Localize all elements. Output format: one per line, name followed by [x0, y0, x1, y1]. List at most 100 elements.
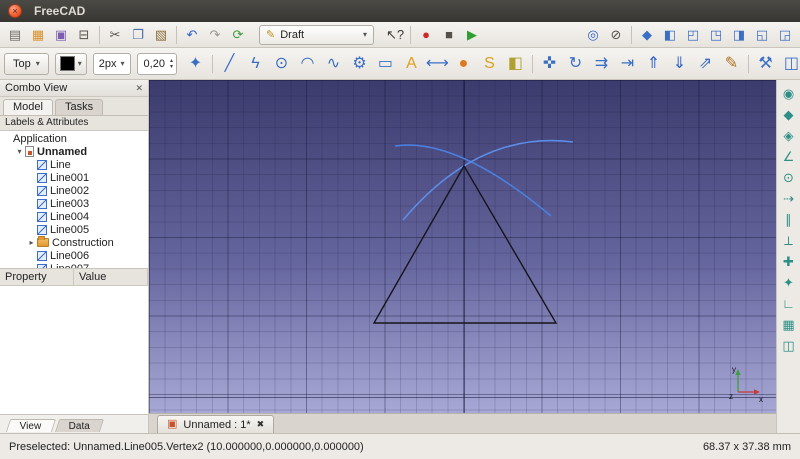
snap-grid-button[interactable]: ▦ [779, 314, 799, 334]
tab-model[interactable]: Model [3, 99, 53, 115]
draft-shapestring-button[interactable]: S [477, 51, 502, 77]
draft-edit-button[interactable]: ✎ [719, 51, 744, 77]
toolbar-separator [748, 55, 749, 73]
macro-stop-button[interactable]: ■ [438, 24, 460, 46]
tab-tasks[interactable]: Tasks [55, 99, 103, 115]
scale-spinbox[interactable]: 0,20 ▴ ▾ [137, 53, 177, 75]
draft-dimension-button[interactable]: ⟷ [425, 51, 450, 77]
draft-trimex-button[interactable]: ⇥ [615, 51, 640, 77]
tab-view[interactable]: View [6, 419, 56, 432]
tree-item-line003[interactable]: Line003 [0, 197, 148, 210]
cut-button[interactable]: ✂ [104, 24, 126, 46]
line-width-select[interactable]: 2px ▾ [93, 53, 131, 75]
workbench-selector[interactable]: ✎ Draft ▾ [259, 25, 374, 45]
tree-item-application[interactable]: Application [0, 132, 148, 145]
print-document-button[interactable]: ⊟ [73, 24, 95, 46]
window-close-button[interactable]: × [8, 4, 22, 18]
tree-item-line006[interactable]: Line006 [0, 249, 148, 262]
draft-select-plane-button[interactable]: ◫ [779, 51, 800, 77]
view-right-button[interactable]: ◳ [705, 24, 727, 46]
view-bottom-button[interactable]: ◱ [751, 24, 773, 46]
tree-item-line007[interactable]: Line007 [0, 262, 148, 269]
new-document-button[interactable]: ▤ [4, 24, 26, 46]
tree-item-line005[interactable]: Line005 [0, 223, 148, 236]
draft-facebinder-button[interactable]: ◧ [503, 51, 528, 77]
value-column-header[interactable]: Value [74, 269, 148, 285]
draft-rectangle-button[interactable]: ▭ [373, 51, 398, 77]
save-document-icon: ▣ [55, 28, 67, 41]
snap-ortho-button[interactable]: ∟ [779, 293, 799, 313]
snap-special-button[interactable]: ✦ [779, 272, 799, 292]
3d-viewport[interactable]: y x z [149, 80, 776, 413]
snap-intersection-button[interactable]: ✚ [779, 251, 799, 271]
document-tab[interactable]: ▣Unnamed : 1*✖ [157, 415, 274, 433]
save-document-button[interactable]: ▣ [50, 24, 72, 46]
panel-close-icon[interactable]: ✕ [135, 83, 143, 94]
snap-working-plane-button[interactable]: ◫ [779, 335, 799, 355]
snap-parallel-button[interactable]: ∥ [779, 209, 799, 229]
whats-this-button[interactable]: ↖? [384, 24, 406, 46]
snap-midpoint-button[interactable]: ◈ [779, 125, 799, 145]
view-left-button[interactable]: ◲ [774, 24, 796, 46]
draft-toggle-construction-button[interactable]: ⚒ [753, 51, 778, 77]
view-rear-icon: ◨ [733, 28, 745, 41]
draft-apply-style-button[interactable]: ✦ [183, 51, 208, 77]
draft-upgrade-button[interactable]: ⇑ [641, 51, 666, 77]
snap-endpoint-button[interactable]: ◆ [779, 104, 799, 124]
tree-item-line001[interactable]: Line001 [0, 171, 148, 184]
open-document-button[interactable]: ▦ [27, 24, 49, 46]
draft-line-button[interactable]: ╱ [217, 51, 242, 77]
macro-record-button[interactable]: ● [415, 24, 437, 46]
tree-item-construction[interactable]: ▸Construction [0, 236, 148, 249]
draft-scale-button[interactable]: ⇗ [693, 51, 718, 77]
snap-angle-button[interactable]: ∠ [779, 146, 799, 166]
undo-button[interactable]: ↶ [181, 24, 203, 46]
chevron-down-icon: ▾ [36, 59, 40, 68]
draw-style-button[interactable]: ⊘ [605, 24, 627, 46]
sketch-triangle[interactable] [374, 166, 556, 323]
collapse-arrow-icon[interactable]: ▾ [14, 147, 25, 156]
draft-text-button[interactable]: A [399, 51, 424, 77]
snap-perpendicular-button[interactable]: ⟂ [779, 230, 799, 250]
copy-button[interactable]: ❐ [127, 24, 149, 46]
draft-point-button[interactable]: ● [451, 51, 476, 77]
snap-center-button[interactable]: ⊙ [779, 167, 799, 187]
tree-item-label: Line006 [50, 250, 89, 262]
draft-offset-icon: ⇉ [595, 56, 608, 72]
expand-arrow-icon[interactable]: ▸ [26, 238, 37, 247]
draft-bspline-button[interactable]: ∿ [321, 51, 346, 77]
tree-item-line002[interactable]: Line002 [0, 184, 148, 197]
snap-extension-button[interactable]: ⇢ [779, 188, 799, 208]
tree-item-line[interactable]: Line [0, 158, 148, 171]
draft-circle-button[interactable]: ⊙ [269, 51, 294, 77]
draft-move-button[interactable]: ✜ [537, 51, 562, 77]
view-axonometric-button[interactable]: ◆ [636, 24, 658, 46]
paste-button[interactable]: ▧ [150, 24, 172, 46]
view-top-button[interactable]: ◰ [682, 24, 704, 46]
macro-execute-button[interactable]: ▶ [461, 24, 483, 46]
draft-downgrade-button[interactable]: ⇓ [667, 51, 692, 77]
tab-data[interactable]: Data [54, 419, 103, 432]
draft-circle-icon: ⊙ [275, 56, 288, 72]
refresh-button[interactable]: ⟳ [227, 24, 249, 46]
paste-icon: ▧ [155, 28, 167, 41]
draft-offset-button[interactable]: ⇉ [589, 51, 614, 77]
zoom-fit-all-button[interactable]: ◎ [582, 24, 604, 46]
redo-button[interactable]: ↷ [204, 24, 226, 46]
property-column-header[interactable]: Property [0, 269, 74, 285]
draft-arc-button[interactable]: ◠ [295, 51, 320, 77]
draft-rotate-button[interactable]: ↻ [563, 51, 588, 77]
working-plane-button[interactable]: Top ▾ [4, 53, 49, 75]
snap-lock-button[interactable]: ◉ [779, 83, 799, 103]
view-front-button[interactable]: ◧ [659, 24, 681, 46]
combo-view-tabs: ModelTasks [0, 97, 148, 116]
draft-polyline-button[interactable]: ϟ [243, 51, 268, 77]
view-rear-button[interactable]: ◨ [728, 24, 750, 46]
scale-decrement-button[interactable]: ▾ [170, 64, 173, 70]
draft-polygon-button[interactable]: ⚙ [347, 51, 372, 77]
line-color-button[interactable]: ▾ [55, 53, 87, 75]
snap-midpoint-icon: ◈ [784, 129, 794, 142]
tree-item-line004[interactable]: Line004 [0, 210, 148, 223]
tree-item-unnamed[interactable]: ▾Unnamed [0, 145, 148, 158]
document-tab-close-icon[interactable]: ✖ [257, 419, 265, 430]
